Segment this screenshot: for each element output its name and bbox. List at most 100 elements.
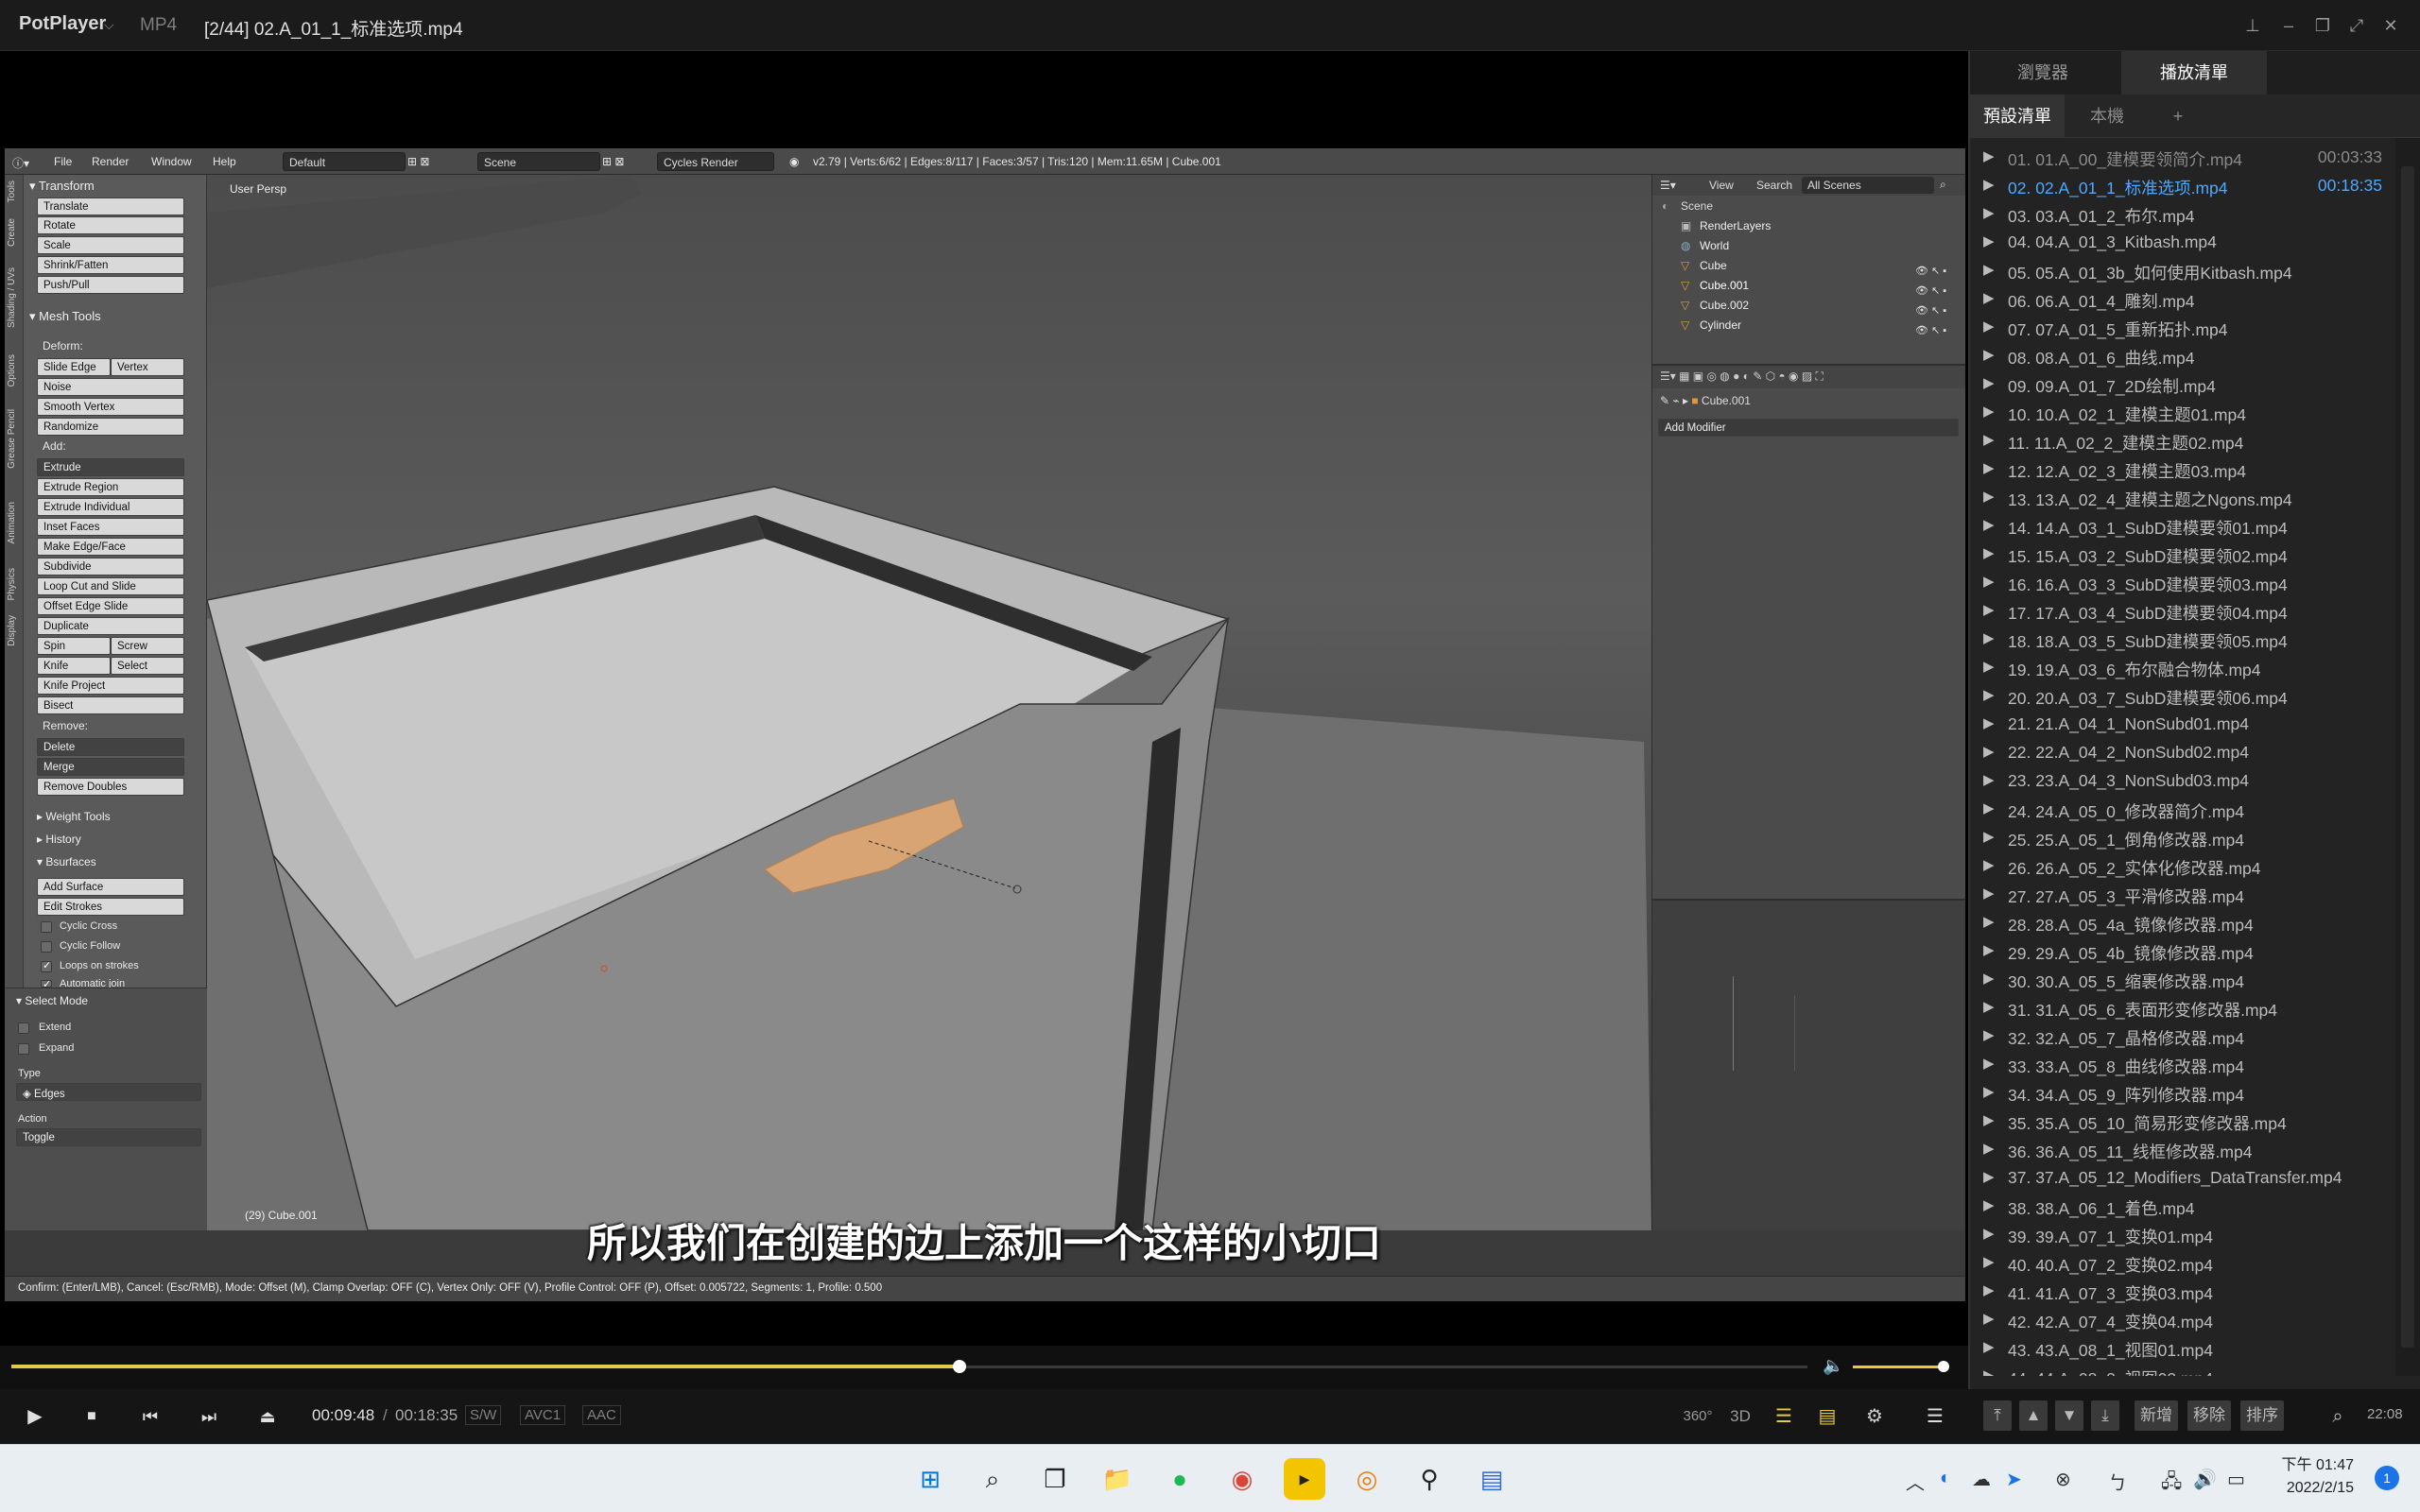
playlist-search-icon[interactable]: ☰ [1770, 1402, 1798, 1431]
list-item[interactable]: ▶ 43. 43.A_08_1_视图01.mp4 [1970, 1334, 2392, 1363]
windows-start-icon[interactable]: ⊞ [909, 1458, 951, 1500]
list-item[interactable]: ▶ 44. 44.A_08_2_视图02.mp4 [1970, 1363, 2392, 1376]
list-item[interactable]: ▶ 02. 02.A_01_1_标准选项.mp4 00:18:35 [1970, 172, 2392, 200]
settings-gear-icon[interactable]: ⚙ [1860, 1402, 1889, 1431]
list-item[interactable]: ▶ 35. 35.A_05_10_简易形变修改器.mp4 [1970, 1108, 2392, 1136]
list-item[interactable]: ▶ 31. 31.A_05_6_表面形变修改器.mp4 [1970, 994, 2392, 1022]
close-circle-icon[interactable]: ⊗ [2055, 1468, 2071, 1491]
chrome-icon[interactable]: ◉ [1221, 1458, 1263, 1500]
list-item[interactable]: ▶ 17. 17.A_03_4_SubD建模要领04.mp4 [1970, 597, 2392, 626]
list-item[interactable]: ▶ 34. 34.A_05_9_阵列修改器.mp4 [1970, 1079, 2392, 1108]
move-bottom-button[interactable]: ⤓ [2091, 1400, 2119, 1431]
next-button[interactable]: ⏭ [195, 1402, 223, 1431]
close-button[interactable]: ✕ [2377, 11, 2405, 40]
move-down-button[interactable]: ▼ [2055, 1400, 2083, 1431]
list-item[interactable]: ▶ 26. 26.A_05_2_实体化修改器.mp4 [1970, 852, 2392, 881]
seek-handle[interactable] [953, 1360, 966, 1373]
tab-browser[interactable]: 瀏覽器 [1970, 51, 2116, 94]
previous-button[interactable]: ⏮ [136, 1402, 164, 1431]
list-item[interactable]: ▶ 25. 25.A_05_1_倒角修改器.mp4 [1970, 824, 2392, 852]
list-item[interactable]: ▶ 01. 01.A_00_建模要领简介.mp4 00:03:33 [1970, 144, 2392, 172]
tray-chevron-icon[interactable]: ︿ [1906, 1468, 1925, 1495]
list-item[interactable]: ▶ 14. 14.A_03_1_SubD建模要领01.mp4 [1970, 512, 2392, 541]
app-logo[interactable]: PotPlayer [19, 13, 106, 35]
file-explorer-icon[interactable]: 📁 [1097, 1458, 1138, 1500]
play-button[interactable]: ▶ [21, 1402, 49, 1431]
move-top-button[interactable]: ⤒ [1983, 1400, 2012, 1431]
network-icon[interactable]: 🖧 [2161, 1468, 2182, 1500]
list-item[interactable]: ▶ 04. 04.A_01_3_Kitbash.mp4 [1970, 229, 2392, 257]
list-item[interactable]: ▶ 19. 19.A_03_6_布尔融合物体.mp4 [1970, 654, 2392, 682]
ime-icon[interactable]: ㄅ [2108, 1468, 2127, 1495]
playlist-scrollbar[interactable] [2395, 138, 2420, 1376]
task-view-icon[interactable]: ❐ [1034, 1458, 1076, 1500]
list-item[interactable]: ▶ 24. 24.A_05_0_修改器简介.mp4 [1970, 796, 2392, 824]
volume-icon[interactable]: 🔈 [1823, 1356, 1843, 1376]
list-item[interactable]: ▶ 05. 05.A_01_3b_如何使用Kitbash.mp4 [1970, 257, 2392, 285]
speaker-icon[interactable]: 🔊 [2193, 1468, 2217, 1491]
list-item[interactable]: ▶ 15. 15.A_03_2_SubD建模要领02.mp4 [1970, 541, 2392, 569]
list-item[interactable]: ▶ 20. 20.A_03_7_SubD建模要领06.mp4 [1970, 682, 2392, 711]
list-item[interactable]: ▶ 33. 33.A_05_8_曲线修改器.mp4 [1970, 1051, 2392, 1079]
potplayer-icon[interactable]: ▶ [1284, 1458, 1325, 1500]
add-button[interactable]: 新增 [2135, 1400, 2178, 1431]
spotify-icon[interactable]: ● [1159, 1458, 1201, 1500]
list-item[interactable]: ▶ 07. 07.A_01_5_重新拓扑.mp4 [1970, 314, 2392, 342]
list-item[interactable]: ▶ 18. 18.A_03_5_SubD建模要领05.mp4 [1970, 626, 2392, 654]
list-item[interactable]: ▶ 16. 16.A_03_3_SubD建模要领03.mp4 [1970, 569, 2392, 597]
eject-button[interactable]: ⏏ [253, 1402, 282, 1431]
tab-default-list[interactable]: 預設清單 [1970, 94, 2065, 138]
list-item[interactable]: ▶ 27. 27.A_05_3_平滑修改器.mp4 [1970, 881, 2392, 909]
list-item[interactable]: ▶ 13. 13.A_02_4_建模主题之Ngons.mp4 [1970, 484, 2392, 512]
scrollbar-thumb[interactable] [2401, 166, 2414, 1348]
search-icon[interactable]: ⌕ [972, 1458, 1013, 1500]
list-item[interactable]: ▶ 30. 30.A_05_5_缩裹修改器.mp4 [1970, 966, 2392, 994]
volume-handle[interactable] [1938, 1361, 1949, 1372]
pin-icon[interactable]: ⊥ [2238, 11, 2267, 40]
video-area[interactable]: ⓘ▾ File Render Window Help Default ⊞ ⊠ S… [0, 51, 1968, 1346]
tab-local[interactable]: 本機 [2065, 94, 2150, 138]
clock[interactable]: 下午 01:47 2022/2/15 [2282, 1454, 2355, 1500]
list-item[interactable]: ▶ 10. 10.A_02_1_建模主题01.mp4 [1970, 399, 2392, 427]
list-item[interactable]: ▶ 28. 28.A_05_4a_镜像修改器.mp4 [1970, 909, 2392, 937]
list-item[interactable]: ▶ 21. 21.A_04_1_NonSubd01.mp4 [1970, 711, 2392, 739]
video-codec-tag[interactable]: AVC1 [520, 1405, 566, 1425]
list-item[interactable]: ▶ 36. 36.A_05_11_线框修改器.mp4 [1970, 1136, 2392, 1164]
3d-button[interactable]: 3D [1726, 1402, 1754, 1431]
menu-icon[interactable]: ☰ [1921, 1402, 1949, 1431]
list-item[interactable]: ▶ 06. 06.A_01_4_雕刻.mp4 [1970, 285, 2392, 314]
restore-button[interactable]: ❐ [2308, 11, 2337, 40]
list-item[interactable]: ▶ 22. 22.A_04_2_NonSubd02.mp4 [1970, 739, 2392, 767]
notepad-icon[interactable]: ▤ [1471, 1458, 1512, 1500]
list-item[interactable]: ▶ 38. 38.A_06_1_着色.mp4 [1970, 1193, 2392, 1221]
notification-badge[interactable]: 1 [2375, 1466, 2399, 1490]
list-item[interactable]: ▶ 23. 23.A_04_3_NonSubd03.mp4 [1970, 767, 2392, 796]
tab-playlist[interactable]: 播放清單 [2121, 51, 2267, 94]
list-item[interactable]: ▶ 40. 40.A_07_2_变换02.mp4 [1970, 1249, 2392, 1278]
list-item[interactable]: ▶ 39. 39.A_07_1_变换01.mp4 [1970, 1221, 2392, 1249]
add-tab-button[interactable]: + [2159, 94, 2197, 138]
send-icon[interactable]: ➤ [2006, 1468, 2022, 1491]
remove-button[interactable]: 移除 [2187, 1400, 2231, 1431]
move-up-button[interactable]: ▲ [2019, 1400, 2048, 1431]
volume-track[interactable] [1853, 1366, 1944, 1368]
stop-button[interactable]: ■ [78, 1402, 106, 1431]
list-item[interactable]: ▶ 32. 32.A_05_7_晶格修改器.mp4 [1970, 1022, 2392, 1051]
list-item[interactable]: ▶ 29. 29.A_05_4b_镜像修改器.mp4 [1970, 937, 2392, 966]
audio-codec-tag[interactable]: AAC [582, 1405, 621, 1425]
search-icon[interactable]: ⌕ [2324, 1402, 2352, 1431]
chevron-down-icon[interactable]: ⌵ [104, 17, 114, 33]
list-item[interactable]: ▶ 08. 08.A_01_6_曲线.mp4 [1970, 342, 2392, 370]
list-item[interactable]: ▶ 03. 03.A_01_2_布尔.mp4 [1970, 200, 2392, 229]
decoder-tag[interactable]: S/W [465, 1405, 502, 1425]
list-item[interactable]: ▶ 09. 09.A_01_7_2D绘制.mp4 [1970, 370, 2392, 399]
fullscreen-button[interactable]: ⤢ [2342, 11, 2371, 40]
subtitle-icon[interactable]: ▤ [1813, 1402, 1841, 1431]
battery-icon[interactable]: ▭ [2227, 1468, 2245, 1491]
search-app-icon[interactable]: ⚲ [1409, 1458, 1450, 1500]
list-item[interactable]: ▶ 41. 41.A_07_3_变换03.mp4 [1970, 1278, 2392, 1306]
list-item[interactable]: ▶ 37. 37.A_05_12_Modifiers_DataTransfer.m… [1970, 1164, 2392, 1193]
blender-icon[interactable]: ◎ [1346, 1458, 1388, 1500]
sort-button[interactable]: 排序 [2240, 1400, 2284, 1431]
list-item[interactable]: ▶ 42. 42.A_07_4_变换04.mp4 [1970, 1306, 2392, 1334]
